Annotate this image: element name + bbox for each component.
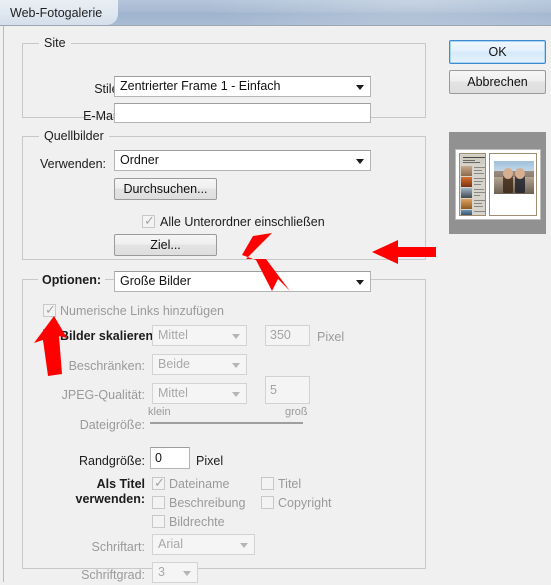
annotation-arrow-left-at-options-row <box>372 240 437 264</box>
annotation-arrow-to-options-dropdown <box>240 233 310 295</box>
jpeg-quality-label: JPEG-Qualität: <box>61 388 145 402</box>
preview-thumbnail <box>461 177 472 187</box>
preview-thumb-caption <box>474 200 485 208</box>
resize-images-label: Bilder skalieren: <box>60 329 158 343</box>
email-input[interactable] <box>114 103 371 123</box>
resize-size-value: Mittel <box>158 328 188 342</box>
window-titlebar: Web-Fotogalerie <box>0 0 551 25</box>
font-combobox[interactable]: Arial <box>152 534 255 555</box>
photo-person-right <box>514 168 526 194</box>
web-photo-gallery-dialog: Web-Fotogalerie Site Stile: Zentrierter … <box>0 0 551 585</box>
window-title: Web-Fotogalerie <box>0 0 119 25</box>
annotation-arrow-up-at-resize-checkbox <box>32 316 72 378</box>
resize-pixel-unit-label: Pixel <box>317 330 345 344</box>
preview-thumb-row <box>461 188 485 198</box>
use-combobox[interactable]: Ordner <box>114 150 371 171</box>
use-combobox-value: Ordner <box>120 153 159 167</box>
chevron-down-icon <box>232 391 240 397</box>
preview-thumbnail-sidebar <box>459 153 486 216</box>
border-size-unit-label: Pixel <box>196 454 224 468</box>
chevron-down-icon <box>356 84 364 90</box>
chevron-down-icon <box>356 279 364 285</box>
chevron-down-icon <box>232 333 240 339</box>
group-site-title: Site <box>39 36 71 50</box>
browse-button[interactable]: Durchsuchen... <box>114 178 217 200</box>
fontsize-label: Schriftgrad: <box>81 568 145 582</box>
check-icon: ✓ <box>144 213 155 228</box>
title-title-checkbox[interactable] <box>261 477 274 490</box>
cancel-button[interactable]: Abbrechen <box>449 70 546 94</box>
dialog-content: Site Stile: Zentrierter Frame 1 - Einfac… <box>3 26 548 583</box>
title-imagerights-label: Bildrechte <box>169 515 225 529</box>
filesize-slider[interactable] <box>150 422 303 424</box>
border-size-label: Randgröße: <box>78 454 145 468</box>
chevron-down-icon <box>240 542 248 548</box>
preview-main-frame <box>489 153 537 216</box>
chevron-down-icon <box>183 570 191 576</box>
filesize-label: Dateigröße: <box>79 418 145 432</box>
fontsize-combobox[interactable]: 3 <box>152 562 198 583</box>
fontsize-value: 3 <box>158 565 165 579</box>
numeric-links-label: Numerische Links hinzufügen <box>60 304 224 318</box>
filesize-min-label: klein <box>148 406 171 418</box>
jpeg-quality-number-input[interactable]: 5 <box>265 376 310 404</box>
preview-main-photo <box>494 161 534 194</box>
ok-button[interactable]: OK <box>449 40 546 64</box>
include-subfolders-label: Alle Unterordner einschließen <box>160 215 325 229</box>
include-subfolders-checkbox[interactable]: ✓ <box>142 213 155 228</box>
preview-thumbnail <box>461 199 472 209</box>
use-as-title-label-line2: verwenden: <box>75 492 145 506</box>
title-description-label: Beschreibung <box>169 496 246 510</box>
preview-thumb-row <box>461 199 485 209</box>
title-filename-checkbox[interactable]: ✓ <box>152 475 165 490</box>
preview-thumb-row <box>461 166 485 176</box>
title-title-label: Titel <box>278 477 302 491</box>
font-label: Schriftart: <box>91 540 146 554</box>
title-imagerights-checkbox[interactable] <box>152 515 165 528</box>
preview-thumb-caption <box>474 189 485 197</box>
preview-thumb-row <box>461 177 485 187</box>
email-label: E-Mail: <box>83 109 122 123</box>
title-filename-label: Dateiname <box>169 477 230 491</box>
preview-thumb-caption <box>474 211 485 215</box>
preview-site-header <box>461 155 485 164</box>
check-icon: ✓ <box>154 475 165 490</box>
preview-thumbnail <box>461 166 472 176</box>
use-as-title-label-line1: Als Titel <box>96 477 145 491</box>
filesize-max-label: groß <box>285 406 308 418</box>
check-icon: ✓ <box>45 302 56 317</box>
preview-thumb-caption <box>474 178 485 186</box>
chevron-down-icon <box>356 158 364 164</box>
title-description-checkbox[interactable] <box>152 496 165 509</box>
title-copyright-checkbox[interactable] <box>261 496 274 509</box>
preview-thumbnail <box>461 188 472 198</box>
use-label: Verwenden: <box>39 157 106 171</box>
photo-person-left <box>502 168 514 194</box>
options-combobox-value: Große Bilder <box>120 274 191 288</box>
dialog-client-area: Site Stile: Zentrierter Frame 1 - Einfac… <box>0 25 551 585</box>
gallery-preview <box>449 132 546 234</box>
style-combobox[interactable]: Zentrierter Frame 1 - Einfach <box>114 76 371 97</box>
resize-pixel-input[interactable]: 350 <box>265 325 310 346</box>
jpeg-quality-combobox[interactable]: Mittel <box>152 383 247 404</box>
jpeg-quality-value: Mittel <box>158 386 188 400</box>
photo-face <box>514 168 525 180</box>
style-label: Stile: <box>94 82 122 96</box>
border-size-input[interactable]: 0 <box>150 447 190 469</box>
destination-button[interactable]: Ziel... <box>114 234 217 256</box>
font-value: Arial <box>158 537 184 551</box>
preview-thumbnail <box>461 210 472 215</box>
resize-size-combobox[interactable]: Mittel <box>152 325 247 346</box>
group-source-images-title: Quellbilder <box>39 129 109 143</box>
style-combobox-value: Zentrierter Frame 1 - Einfach <box>120 79 281 93</box>
group-options-title: Optionen: <box>38 273 106 287</box>
constrain-value: Beide <box>158 357 190 371</box>
preview-page <box>455 149 541 220</box>
photo-face <box>502 168 513 180</box>
preview-thumb-caption <box>474 167 485 175</box>
title-copyright-label: Copyright <box>278 496 332 510</box>
constrain-combobox[interactable]: Beide <box>152 354 247 375</box>
chevron-down-icon <box>232 362 240 368</box>
preview-thumb-row <box>461 210 485 215</box>
